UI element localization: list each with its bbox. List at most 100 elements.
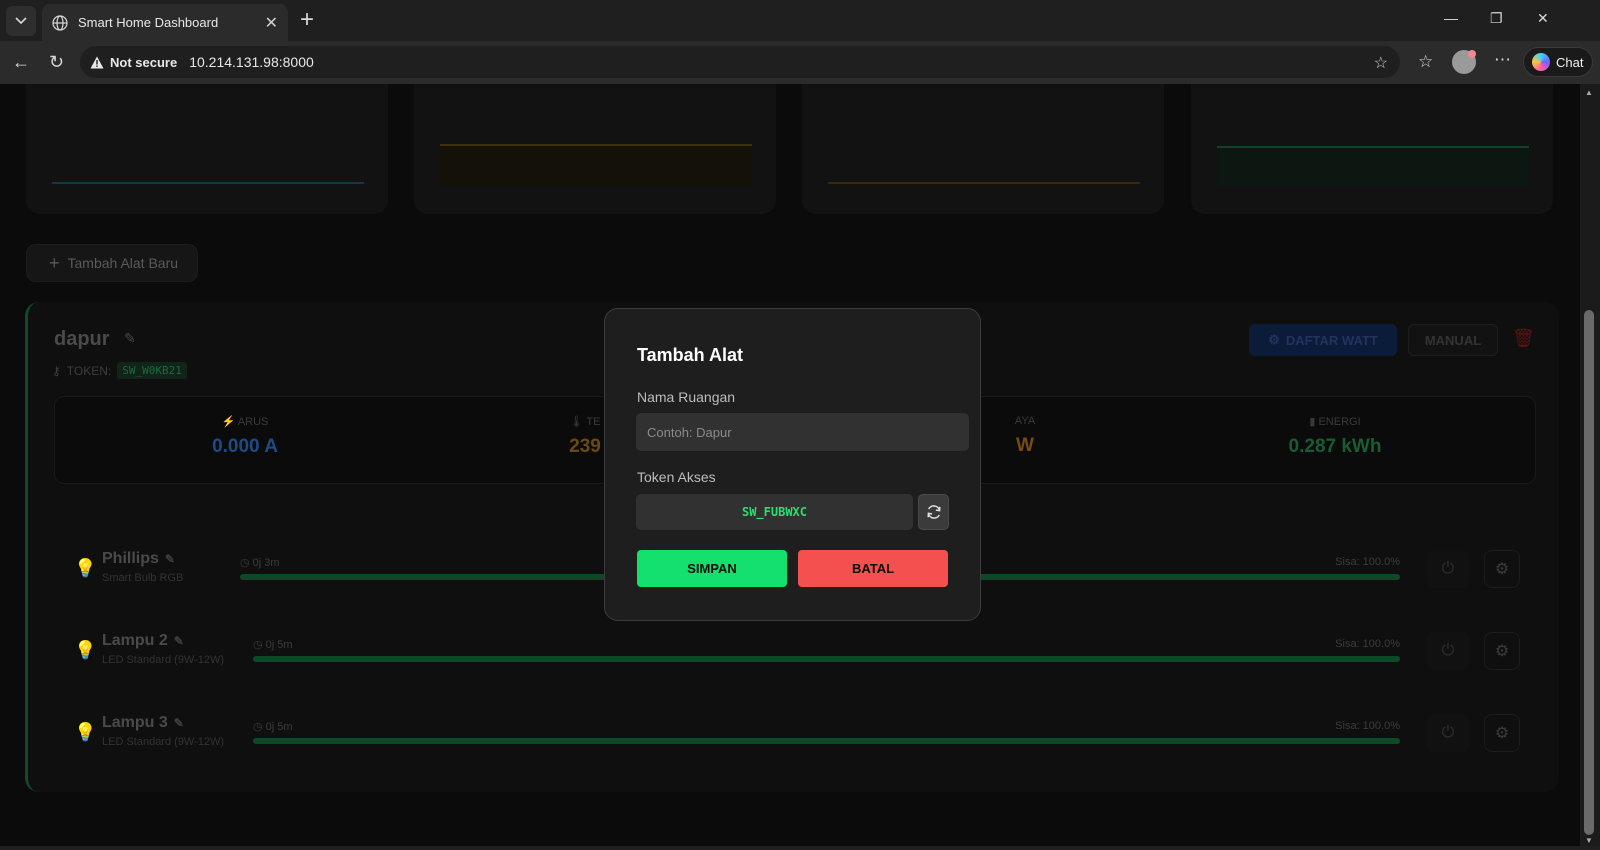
power-icon: ⏻ [1441,560,1455,577]
bulb-icon: 💡 [74,640,97,660]
back-icon[interactable]: ← [12,53,30,71]
device-remaining: Sisa: 100.0% [1335,556,1400,568]
power-button[interactable]: ⏻ [1426,550,1470,588]
add-device-button[interactable]: + Tambah Alat Baru [26,244,198,282]
device-name-text: Phillips [102,550,159,567]
watt-list-label: DAFTAR WATT [1285,332,1378,348]
clock-icon: ◷ [253,639,263,651]
metric-label: TE [586,416,601,428]
refresh-icon [926,505,941,519]
chevron-down-icon [15,17,27,25]
address-bar-row: ← ↻ Not secure 10.214.131.98:8000 ☆ ☆ ⋯ … [0,41,1600,84]
clock-icon: ◷ [240,557,250,569]
device-settings-button[interactable]: ⚙ [1484,714,1520,752]
metric-value: 0.000 A [212,436,278,457]
bookmark-star-icon[interactable]: ☆ [1374,53,1388,73]
manual-label: MANUAL [1424,332,1482,348]
metric-label: ARUS [237,416,269,428]
manual-mode-button[interactable]: MANUAL [1408,324,1498,356]
tab-list-button[interactable] [6,6,36,36]
device-progress-bar [253,738,1400,744]
sparkline [440,144,752,186]
stat-card-energy [1191,84,1553,214]
regenerate-token-button[interactable] [918,494,949,530]
metric-label: AYA [1014,415,1036,427]
gear-icon: ⚙ [1494,561,1510,578]
scroll-up-icon[interactable]: ▲ [1585,88,1593,97]
cancel-button[interactable]: BATAL [798,550,948,587]
device-name: Lampu 2 ✎ [102,632,184,650]
stat-card-current [26,84,388,214]
url-text: 10.214.131.98:8000 [189,54,314,70]
device-timer: ◷ 0j 3m [240,556,280,569]
reload-icon[interactable]: ↻ [49,53,64,71]
restore-button[interactable]: ❐ [1490,10,1503,27]
watt-list-button[interactable]: ⚙ DAFTAR WATT [1249,324,1397,356]
omnibox[interactable]: Not secure 10.214.131.98:8000 ☆ [80,46,1400,78]
power-button[interactable]: ⏻ [1426,714,1470,752]
token-field: SW_FUBWXC [636,494,913,530]
device-name-text: Lampu 3 [102,714,168,731]
trash-icon[interactable]: 🗑 [1512,328,1535,349]
gear-icon: ⚙ [1494,643,1510,660]
warning-icon [90,56,104,68]
save-button[interactable]: SIMPAN [637,550,787,587]
device-type: Smart Bulb RGB [102,572,184,584]
add-device-label: Tambah Alat Baru [67,255,179,271]
scrollbar-thumb[interactable] [1584,310,1594,835]
close-window-button[interactable]: ✕ [1537,10,1549,27]
room-token-row: ⚷ TOKEN: SW_W0KB21 [52,362,187,379]
room-name-input[interactable] [636,413,969,451]
more-menu-icon[interactable]: ⋯ [1494,50,1511,70]
pencil-icon[interactable]: ✎ [174,634,184,648]
globe-icon [52,14,68,31]
gear-icon: ⚙ [1268,332,1280,347]
page-viewport: + Tambah Alat Baru dapur ✎ ⚷ TOKEN: SW_W… [0,84,1580,846]
clock-icon: ◷ [253,721,263,733]
close-tab-icon[interactable]: ✕ [265,13,278,33]
browser-tab-active[interactable]: Smart Home Dashboard ✕ [42,4,288,41]
minimize-button[interactable]: — [1444,10,1458,26]
tab-title: Smart Home Dashboard [78,15,219,30]
device-name: Lampu 3 ✎ [102,714,184,732]
power-icon: ⏻ [1441,724,1455,741]
timer-text: 0j 5m [265,639,293,651]
gear-icon: ⚙ [1494,725,1510,742]
scroll-down-icon[interactable]: ▼ [1585,836,1593,845]
room-name: dapur [54,328,110,350]
device-timer: ◷ 0j 5m [253,638,293,651]
copilot-chat-button[interactable]: Chat [1523,47,1593,77]
notification-dot [1468,50,1476,58]
plus-icon: + [49,252,60,273]
battery-icon: ▮ [1309,416,1316,428]
sparkline [1217,146,1529,186]
token-label: TOKEN: [66,363,112,378]
browser-tab-bar: Smart Home Dashboard ✕ + — ❐ ✕ [0,0,1600,41]
pencil-icon[interactable]: ✎ [165,552,175,566]
metric-label: ENERGI [1318,416,1361,428]
timer-text: 0j 3m [252,557,280,569]
bulb-icon: 💡 [74,722,97,742]
stat-card-voltage [414,84,776,214]
chat-label: Chat [1556,54,1584,70]
bulb-icon: 💡 [74,558,97,578]
device-remaining: Sisa: 100.0% [1335,638,1400,650]
new-tab-button[interactable]: + [300,8,314,32]
power-icon: ⏻ [1441,642,1455,659]
pencil-icon[interactable]: ✎ [124,330,136,347]
metric-value: 0.287 kWh [1288,436,1382,457]
copilot-logo-icon [1532,53,1550,71]
device-settings-button[interactable]: ⚙ [1484,550,1520,588]
favorites-icon[interactable]: ☆ [1418,52,1433,72]
device-name-text: Lampu 2 [102,632,168,649]
pencil-icon[interactable]: ✎ [174,716,184,730]
power-button[interactable]: ⏻ [1426,632,1470,670]
room-name-label: Nama Ruangan [637,389,736,405]
bolt-icon: ⚡ [221,416,236,428]
key-icon: ⚷ [52,363,61,378]
device-timer: ◷ 0j 5m [253,720,293,733]
token-label: Token Akses [637,469,716,485]
room-token: SW_W0KB21 [117,362,187,379]
device-settings-button[interactable]: ⚙ [1484,632,1520,670]
metric-current: ⚡ ARUS 0.000 A [95,415,395,458]
